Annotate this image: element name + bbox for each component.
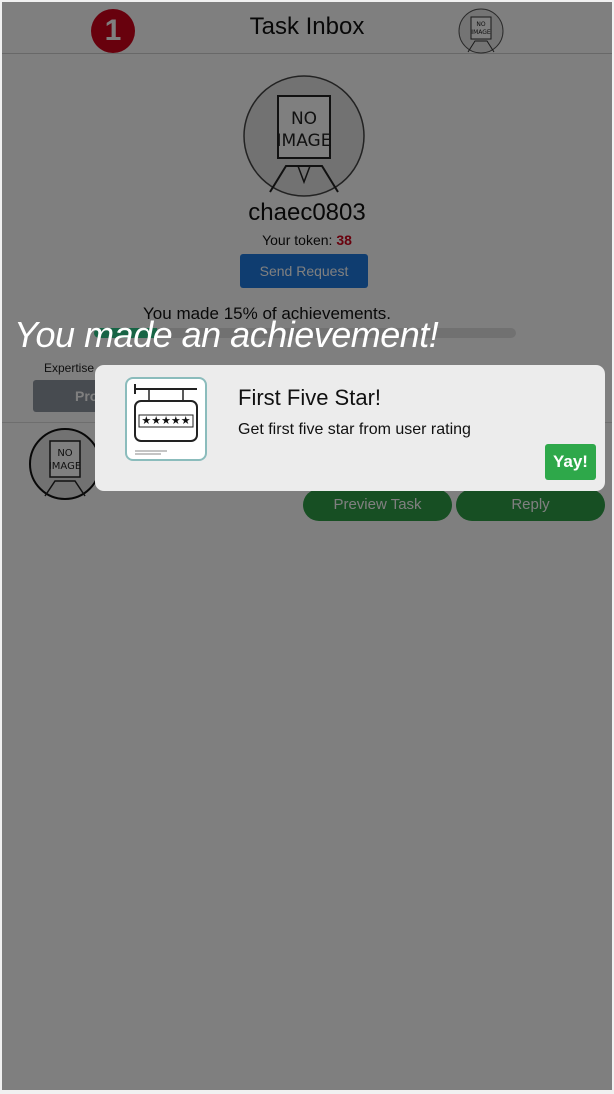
five-star-sign-icon: ★★★★★ [125,377,207,461]
modal-backdrop[interactable] [2,2,612,1090]
achievement-banner: You made an achievement! [14,314,439,355]
yay-button[interactable]: Yay! [545,444,596,480]
achievement-title: First Five Star! [238,385,382,410]
achievement-description: Get first five star from user rating [238,421,471,438]
achievement-modal: ★★★★★ First Five Star! Get first five st… [95,365,605,491]
stars-text: ★★★★★ [141,415,191,427]
app-frame: 1 Task Inbox NO IMAGE NO IMAGE chaec0803… [2,2,612,1090]
